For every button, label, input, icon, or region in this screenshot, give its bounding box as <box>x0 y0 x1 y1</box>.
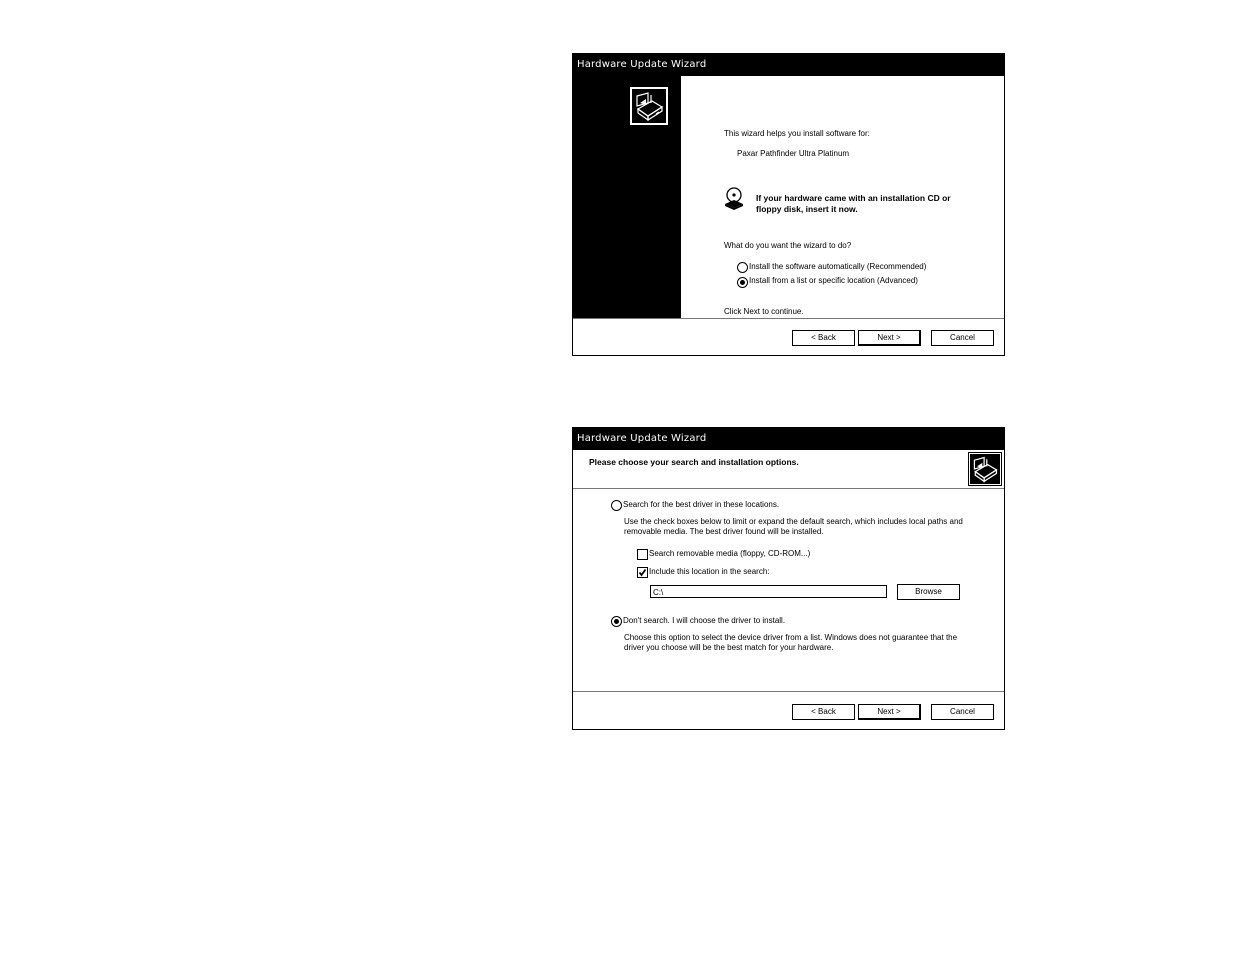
intro-text: This wizard helps you install software f… <box>724 129 870 138</box>
dont-search-description-line1: Choose this option to select the device … <box>624 633 958 642</box>
search-removable-media-label[interactable]: Search removable media (floppy, CD-ROM..… <box>649 549 810 558</box>
cd-disk-icon <box>723 187 745 211</box>
dont-search-label[interactable]: Don't search. I will choose the driver t… <box>623 616 785 625</box>
browse-button[interactable]: Browse <box>897 584 960 600</box>
cd-prompt-line2: floppy disk, insert it now. <box>756 204 858 214</box>
cancel-button[interactable]: Cancel <box>931 704 994 720</box>
hardware-install-icon <box>630 87 668 125</box>
cancel-button[interactable]: Cancel <box>931 330 994 346</box>
separator <box>573 318 1004 319</box>
continue-hint: Click Next to continue. <box>724 307 804 316</box>
include-location-label[interactable]: Include this location in the search: <box>649 567 770 576</box>
install-automatically-label[interactable]: Install the software automatically (Reco… <box>749 262 926 271</box>
search-best-driver-radio[interactable] <box>611 500 622 511</box>
install-from-list-label[interactable]: Install from a list or specific location… <box>749 276 918 285</box>
cd-prompt-line1: If your hardware came with an installati… <box>756 193 951 203</box>
dont-search-radio[interactable] <box>611 616 622 627</box>
checkmark-icon <box>638 568 647 577</box>
include-location-checkbox[interactable] <box>637 567 648 578</box>
next-button[interactable]: Next > <box>858 704 921 720</box>
back-button[interactable]: < Back <box>792 330 855 346</box>
search-removable-media-checkbox[interactable] <box>637 549 648 560</box>
hardware-update-wizard-dialog-options: Hardware Update Wizard Please choose you… <box>572 427 1005 730</box>
title-bar: Hardware Update Wizard <box>573 428 1004 450</box>
location-path-input[interactable]: C:\ <box>650 585 887 598</box>
footer-separator <box>573 691 1004 692</box>
hardware-install-icon <box>968 452 1002 486</box>
back-button[interactable]: < Back <box>792 704 855 720</box>
install-from-list-radio[interactable] <box>737 277 748 288</box>
search-best-driver-label[interactable]: Search for the best driver in these loca… <box>623 500 779 509</box>
wizard-sidebar <box>573 76 681 318</box>
dont-search-description-line2: driver you choose will be the best match… <box>624 643 834 652</box>
title-bar: Hardware Update Wizard <box>573 54 1004 76</box>
search-description-line1: Use the check boxes below to limit or ex… <box>624 517 963 526</box>
device-name: Paxar Pathfinder Ultra Platinum <box>737 149 850 158</box>
page-heading: Please choose your search and installati… <box>589 457 799 467</box>
header-separator <box>573 488 1004 489</box>
hardware-update-wizard-dialog-welcome: Hardware Update Wizard This wizard helps… <box>572 53 1005 356</box>
install-automatically-radio[interactable] <box>737 262 748 273</box>
next-button[interactable]: Next > <box>858 330 921 346</box>
question-text: What do you want the wizard to do? <box>724 241 852 250</box>
search-description-line2: removable media. The best driver found w… <box>624 527 824 536</box>
